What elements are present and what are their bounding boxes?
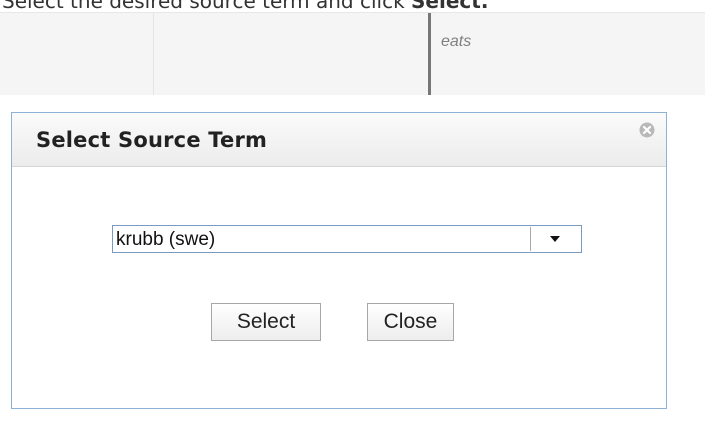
close-button[interactable]: Close [367, 303, 454, 341]
background-table-row: eats [0, 12, 705, 95]
dialog-header: Select Source Term [12, 113, 666, 167]
source-term-dropdown[interactable]: krubb (swe) [112, 225, 582, 253]
dropdown-arrow-button[interactable] [530, 227, 580, 251]
table-cell-empty-2 [154, 13, 428, 95]
table-cell-target: eats [428, 13, 705, 95]
select-button[interactable]: Select [211, 303, 321, 341]
close-icon[interactable] [638, 121, 656, 139]
dropdown-selected-value: krubb (swe) [116, 229, 216, 250]
dialog-title: Select Source Term [36, 128, 268, 152]
table-cell-empty-1 [0, 13, 154, 95]
page-stage: Select the desired source term and click… [0, 0, 722, 421]
select-source-term-dialog: Select Source Term krubb (swe) Select Cl… [11, 112, 667, 409]
table-cell-text: eats [441, 33, 472, 50]
chevron-down-icon [550, 236, 560, 242]
